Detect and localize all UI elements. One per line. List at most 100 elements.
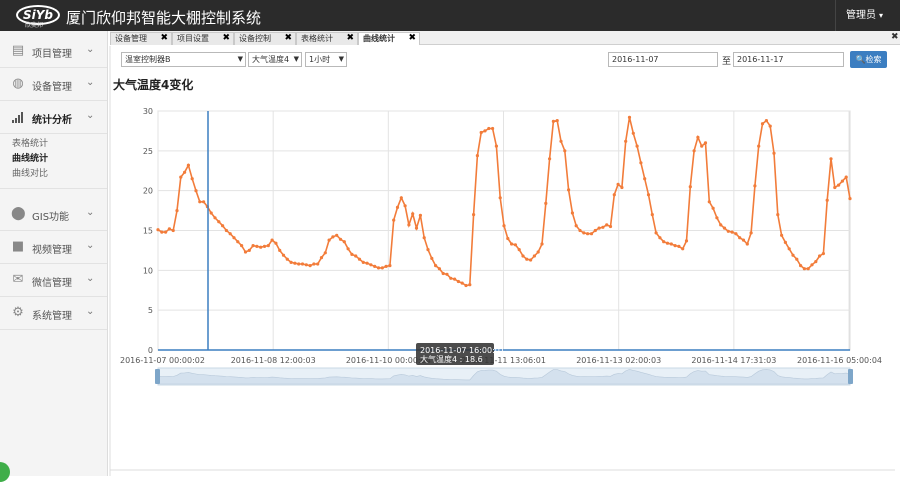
data-point [262, 244, 267, 248]
data-point [164, 230, 168, 234]
data-point [722, 226, 727, 230]
y-tick-label: 30 [143, 107, 153, 116]
data-point [734, 232, 738, 236]
data-point [669, 242, 673, 246]
data-point [350, 252, 354, 256]
data-point [175, 209, 179, 213]
data-point [399, 196, 403, 200]
data-point [183, 170, 187, 174]
data-point [757, 144, 761, 148]
data-point [323, 251, 327, 255]
temperature-chart[interactable]: 0 5 10 15 20 25 30 2016-11-07 00:00:02 2016-11-0… [0, 0, 900, 476]
data-point [536, 250, 540, 254]
data-point [335, 233, 339, 237]
data-point [221, 224, 225, 228]
data-point [791, 253, 795, 257]
data-point [772, 151, 776, 155]
x-tick-label: 2016-11-14 17:31:03 [691, 356, 776, 365]
data-point [810, 263, 814, 267]
data-point [711, 206, 715, 210]
data-point [605, 223, 609, 227]
data-point [190, 177, 194, 181]
data-point [167, 227, 171, 231]
data-point [551, 119, 556, 123]
data-point [783, 240, 788, 244]
data-point [597, 226, 601, 230]
data-point [445, 272, 449, 276]
data-point [487, 126, 491, 131]
data-point [525, 257, 529, 261]
data-point [506, 236, 510, 241]
data-point [806, 267, 810, 271]
data-point [681, 247, 685, 251]
data-point [422, 236, 426, 240]
data-point [179, 175, 183, 179]
data-point [202, 200, 206, 204]
data-point [570, 211, 575, 215]
data-point [662, 240, 666, 244]
data-point [821, 252, 826, 256]
data-point [703, 141, 708, 145]
y-tick-label: 15 [143, 227, 153, 236]
data-point [361, 260, 365, 264]
data-point [285, 257, 289, 261]
data-point [738, 236, 742, 240]
data-point [327, 238, 331, 242]
data-point [616, 182, 620, 186]
data-point [700, 144, 704, 148]
data-point [730, 230, 734, 234]
data-point [673, 244, 677, 248]
data-point [441, 271, 445, 276]
data-point [243, 250, 248, 254]
data-point [160, 230, 164, 234]
data-point [837, 183, 841, 187]
data-point [395, 205, 400, 209]
data-point [521, 254, 525, 258]
data-point [365, 261, 369, 265]
data-point [741, 238, 746, 242]
y-tick-label: 25 [143, 147, 153, 156]
data-point [186, 163, 190, 167]
tooltip-value: 大气温度4 : 18.6 [420, 354, 483, 364]
data-point [494, 144, 498, 148]
data-point [369, 263, 373, 267]
data-point [312, 262, 316, 266]
data-point [304, 263, 308, 267]
data-point [338, 237, 343, 241]
data-point [224, 228, 228, 233]
data-point [209, 211, 213, 215]
data-point [414, 226, 419, 230]
data-point [217, 220, 221, 224]
data-point [316, 262, 320, 266]
data-point [236, 240, 240, 244]
data-point [255, 244, 259, 248]
data-point [156, 228, 160, 232]
data-point [631, 131, 635, 135]
data-point [293, 261, 297, 265]
data-point [749, 231, 753, 235]
zoom-handle-right[interactable] [848, 369, 853, 384]
y-tick-label: 10 [143, 266, 153, 275]
data-point [430, 256, 434, 260]
data-point [460, 281, 464, 285]
data-point [403, 204, 407, 208]
data-point [578, 228, 582, 233]
data-point [795, 257, 799, 261]
data-point [643, 177, 647, 181]
data-point [281, 253, 286, 257]
data-point [601, 225, 605, 229]
data-point [650, 213, 654, 217]
data-point [612, 193, 616, 197]
data-point [764, 119, 769, 123]
data-point [434, 264, 438, 268]
data-point [555, 119, 559, 123]
data-point [232, 236, 236, 240]
data-point [453, 277, 457, 281]
data-point [635, 144, 639, 148]
data-point [574, 224, 578, 228]
data-point [449, 276, 453, 280]
zoom-handle-left[interactable] [155, 369, 160, 384]
data-point [331, 235, 335, 239]
data-point [627, 115, 632, 119]
y-tick-label: 5 [148, 306, 153, 315]
